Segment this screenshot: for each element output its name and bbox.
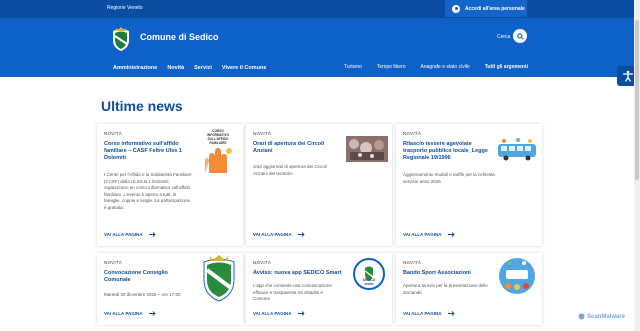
card-image xyxy=(496,136,538,162)
secondary-navigation: Turismo Tempo libero Anagrafe e stato ci… xyxy=(344,64,528,70)
card-image xyxy=(496,256,538,296)
card-description: L'app che consente una comunicazione eff… xyxy=(253,283,332,302)
card-title[interactable]: Orari di apertura dei Circoli Anziani xyxy=(253,141,337,155)
card-link-label: VAI ALLA PAGINA xyxy=(253,232,292,237)
news-card: NOVITÀ Bando Sport Associazioni Apertura… xyxy=(396,253,542,325)
news-card: NOVITÀ Rilascio tessere agevolate traspo… xyxy=(396,124,542,246)
login-label: Accedi all'area personale xyxy=(465,5,525,12)
search-button[interactable] xyxy=(513,29,527,43)
main-navigation: Amministrazione Novità Servizi Vivere il… xyxy=(113,65,266,71)
accessibility-icon xyxy=(622,70,633,82)
scrollbar-thumb[interactable] xyxy=(635,20,639,180)
site-header: Comune di Sedico Cerca Amministrazione N… xyxy=(0,18,640,77)
card-link-label: VAI ALLA PAGINA xyxy=(253,311,292,316)
nav-item-tutti-argomenti[interactable]: Tutti gli argomenti xyxy=(485,64,528,70)
card-description: Martedì 30 dicembre 2025 – ore 17:00 xyxy=(104,292,181,297)
watermark-text: ScanMalware xyxy=(587,313,626,320)
card-link-label: VAI ALLA PAGINA xyxy=(104,311,143,316)
nav-item-vivere[interactable]: Vivere il Comune xyxy=(222,65,267,71)
card-link[interactable]: VAI ALLA PAGINA xyxy=(253,311,305,316)
card-title[interactable]: Corso informativo sull'affido familiare … xyxy=(104,141,196,162)
card-description: orari aggiornati di apertura dei Circoli… xyxy=(253,164,327,176)
card-link[interactable]: VAI ALLA PAGINA xyxy=(104,311,156,316)
arrow-right-icon xyxy=(447,311,455,316)
nav-item-tempo-libero[interactable]: Tempo libero xyxy=(377,64,406,70)
card-link[interactable]: VAI ALLA PAGINA xyxy=(253,232,305,237)
card-link[interactable]: VAI ALLA PAGINA xyxy=(403,232,455,237)
region-link[interactable]: Regione Veneto xyxy=(107,5,143,11)
card-link[interactable]: VAI ALLA PAGINA xyxy=(403,311,455,316)
card-category: NOVITÀ xyxy=(104,131,122,136)
news-card: NOVITÀ Orari di apertura dei Circoli Anz… xyxy=(246,124,392,246)
card-description: Aggiornamento moduli e tariffe per la ri… xyxy=(403,172,495,184)
card-link-label: VAI ALLA PAGINA xyxy=(403,311,442,316)
card-image-caption: SEDICO smart xyxy=(362,278,376,286)
login-button[interactable]: Accedi all'area personale xyxy=(445,0,527,17)
card-image: SEDICO smart xyxy=(352,257,386,297)
user-icon xyxy=(452,4,460,13)
arrow-right-icon xyxy=(297,232,305,237)
arrow-right-icon xyxy=(297,311,305,316)
search-label: Cerca xyxy=(497,34,511,40)
search-icon xyxy=(516,32,524,40)
news-card: NOVITÀ Convocazione Consiglio Comunale M… xyxy=(97,253,243,325)
nav-item-servizi[interactable]: Servizi xyxy=(194,65,212,71)
card-title[interactable]: Rilascio tessere agevolate trasporto pub… xyxy=(403,141,495,162)
card-title[interactable]: Bando Sport Associazioni xyxy=(403,270,493,277)
top-bar: Regione Veneto Accedi all'area personale xyxy=(0,0,640,18)
card-description: I Centri per l'Affido e la Solidarietà F… xyxy=(104,172,192,210)
card-category: NOVITÀ xyxy=(403,260,421,265)
card-image xyxy=(199,253,239,303)
card-category: NOVITÀ xyxy=(253,131,271,136)
arrow-right-icon xyxy=(148,232,156,237)
shield-icon xyxy=(578,313,585,320)
card-title[interactable]: Convocazione Consiglio Comunale xyxy=(104,270,188,284)
news-card: NOVITÀ Avviso: nuova app SEDICO Smart L'… xyxy=(246,253,392,325)
card-category: NOVITÀ xyxy=(253,260,271,265)
card-category: NOVITÀ xyxy=(403,131,421,136)
card-link-label: VAI ALLA PAGINA xyxy=(403,232,442,237)
watermark: ScanMalware xyxy=(578,313,625,320)
card-category: NOVITÀ xyxy=(104,260,122,265)
card-description: Apertura termini per la presentazione de… xyxy=(403,283,488,295)
arrow-right-icon xyxy=(148,311,156,316)
arrow-right-icon xyxy=(447,232,455,237)
card-image: CORSO INFORMATIVO SULL'AFFIDO FAMILIARE xyxy=(199,129,237,177)
card-image xyxy=(346,136,388,162)
card-title[interactable]: Avviso: nuova app SEDICO Smart xyxy=(253,270,349,277)
site-title[interactable]: Comune di Sedico xyxy=(140,32,219,42)
nav-item-amministrazione[interactable]: Amministrazione xyxy=(113,65,157,71)
nav-item-anagrafe[interactable]: Anagrafe e stato civile xyxy=(421,64,470,70)
section-title: Ultime news xyxy=(101,98,183,114)
crest-icon[interactable] xyxy=(110,26,132,52)
news-card: NOVITÀ Corso informativo sull'affido fam… xyxy=(97,124,243,246)
nav-item-novita[interactable]: Novità xyxy=(167,65,184,71)
card-link[interactable]: VAI ALLA PAGINA xyxy=(104,232,156,237)
nav-item-turismo[interactable]: Turismo xyxy=(344,64,362,70)
card-link-label: VAI ALLA PAGINA xyxy=(104,232,143,237)
